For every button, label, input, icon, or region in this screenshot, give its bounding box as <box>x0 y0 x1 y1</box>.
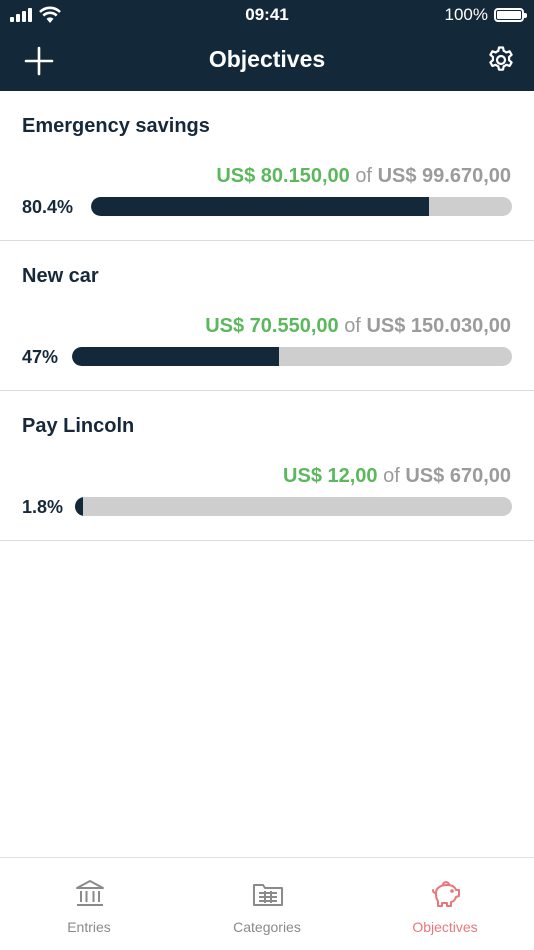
saved-amount: US$ 80.150,00 <box>216 165 350 187</box>
objective-item[interactable]: Pay Lincoln US$ 12,00 of US$ 670,00 1.8% <box>0 391 534 541</box>
tab-label: Objectives <box>412 919 478 935</box>
status-bar: 09:41 100% <box>0 0 534 30</box>
objective-item[interactable]: New car US$ 70.550,00 of US$ 150.030,00 … <box>0 241 534 391</box>
progress-row: 47% <box>22 345 512 369</box>
progress-bar <box>75 497 512 516</box>
progress-row: 80.4% <box>22 195 512 219</box>
percent-label: 1.8% <box>22 497 64 517</box>
piggy-bank-icon <box>432 881 460 907</box>
battery-icon <box>494 8 527 22</box>
objective-amounts: US$ 80.150,00 of US$ 99.670,00 <box>216 165 511 188</box>
navigation-bar: Objectives <box>0 30 534 91</box>
percent-label: 47% <box>22 347 59 367</box>
bank-icon <box>76 880 104 906</box>
percent-label: 80.4% <box>22 197 74 217</box>
progress-fill <box>72 347 279 366</box>
progress-row: 1.8% <box>22 495 512 519</box>
app-header: 09:41 100% Objectives <box>0 0 534 91</box>
progress-bar <box>91 197 512 216</box>
progress-fill <box>75 497 83 516</box>
gear-icon[interactable] <box>486 45 516 75</box>
objective-name: Pay Lincoln <box>22 415 135 437</box>
tab-objectives[interactable]: Objectives <box>356 858 534 950</box>
tab-entries[interactable]: Entries <box>0 858 178 950</box>
page-title: Objectives <box>208 46 326 72</box>
of-label: of <box>383 465 400 487</box>
objective-item[interactable]: Emergency savings US$ 80.150,00 of US$ 9… <box>0 91 534 241</box>
target-amount: US$ 150.030,00 <box>366 315 511 337</box>
tab-label: Entries <box>67 919 111 935</box>
objective-amounts: US$ 70.550,00 of US$ 150.030,00 <box>205 315 511 338</box>
tab-label: Categories <box>233 919 301 935</box>
battery-percent: 100% <box>444 5 488 24</box>
plus-icon[interactable] <box>22 44 56 78</box>
progress-fill <box>91 197 430 216</box>
objectives-list: Emergency savings US$ 80.150,00 of US$ 9… <box>0 91 534 541</box>
saved-amount: US$ 70.550,00 <box>205 315 339 337</box>
objective-name: New car <box>22 265 99 287</box>
of-label: of <box>355 165 372 187</box>
saved-amount: US$ 12,00 <box>283 465 378 487</box>
of-label: of <box>344 315 361 337</box>
objective-name: Emergency savings <box>22 115 210 137</box>
folder-icon <box>253 884 283 906</box>
target-amount: US$ 670,00 <box>405 465 511 487</box>
tab-bar: Entries Categories Objectives <box>0 857 534 950</box>
objective-amounts: US$ 12,00 of US$ 670,00 <box>283 465 511 488</box>
target-amount: US$ 99.670,00 <box>377 165 511 187</box>
progress-bar <box>72 347 512 366</box>
tab-categories[interactable]: Categories <box>178 858 356 950</box>
